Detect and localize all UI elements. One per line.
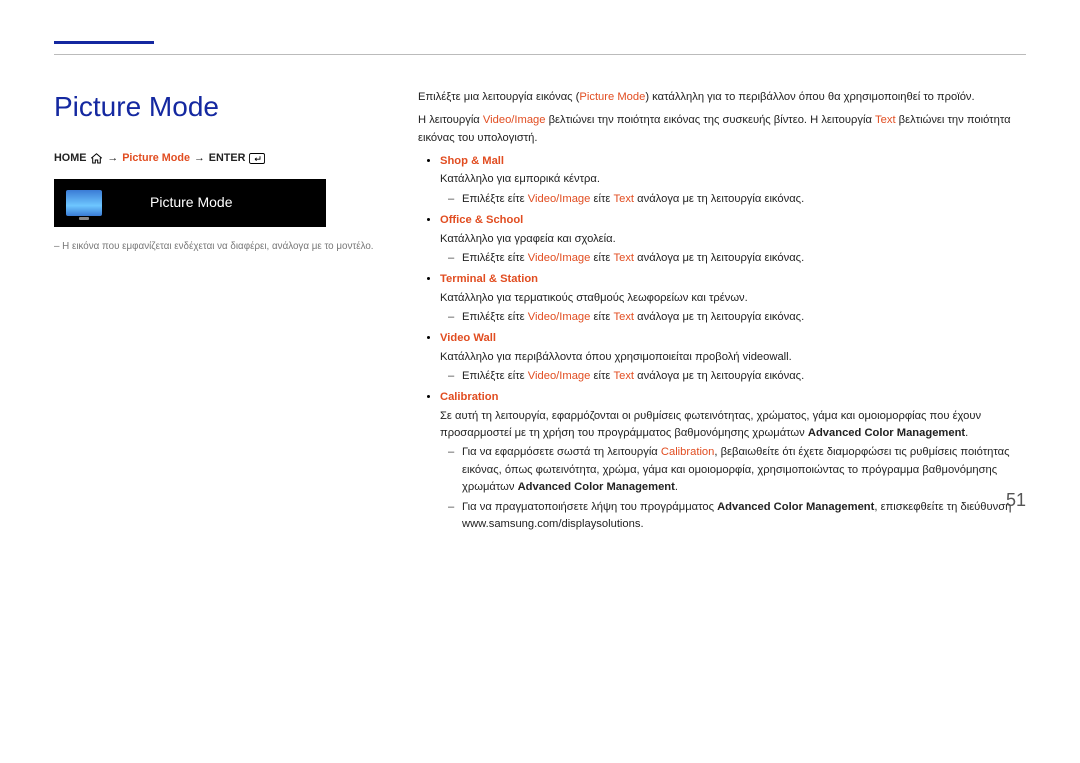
- mode-sublist: Επιλέξτε είτε Video/Image είτε Text ανάλ…: [440, 368, 1026, 385]
- mode-desc: Κατάλληλο για τερματικούς σταθμούς λεωφο…: [440, 290, 1026, 307]
- mode-desc: Σε αυτή τη λειτουργία, εφαρμόζονται οι ρ…: [440, 408, 1026, 443]
- right-column: Επιλέξτε μια λειτουργία εικόνας (Picture…: [418, 89, 1026, 537]
- arrow-icon: →: [194, 150, 205, 167]
- page-title: Picture Mode: [54, 85, 384, 128]
- mode-desc: Κατάλληλο για εμπορικά κέντρα.: [440, 171, 1026, 188]
- mode-terminal: Terminal & Station Κατάλληλο για τερματι…: [418, 271, 1026, 326]
- crumb-home: HOME: [54, 150, 86, 167]
- columns: Picture Mode HOME → Picture Mode → ENTER…: [54, 89, 1026, 537]
- mode-videowall: Video Wall Κατάλληλο για περιβάλλοντα όπ…: [418, 330, 1026, 385]
- mode-name: Office & School: [440, 214, 523, 226]
- left-column: Picture Mode HOME → Picture Mode → ENTER…: [54, 89, 384, 537]
- mode-desc: Κατάλληλο για γραφεία και σχολεία.: [440, 231, 1026, 248]
- enter-icon: [249, 153, 265, 164]
- mode-sublist: Για να εφαρμόσετε σωστά τη λειτουργία Ca…: [440, 444, 1026, 533]
- mode-subitem: Για να πραγματοποιήσετε λήψη του προγράμ…: [440, 499, 1026, 534]
- mode-subitem: Για να εφαρμόσετε σωστά τη λειτουργία Ca…: [440, 444, 1026, 496]
- mode-subitem: Επιλέξτε είτε Video/Image είτε Text ανάλ…: [440, 250, 1026, 267]
- breadcrumb: HOME → Picture Mode → ENTER: [54, 150, 384, 167]
- mode-sublist: Επιλέξτε είτε Video/Image είτε Text ανάλ…: [440, 309, 1026, 326]
- mode-name: Video Wall: [440, 332, 496, 344]
- monitor-icon: [66, 190, 102, 216]
- home-icon: [90, 153, 103, 164]
- mode-sublist: Επιλέξτε είτε Video/Image είτε Text ανάλ…: [440, 250, 1026, 267]
- mode-subitem: Επιλέξτε είτε Video/Image είτε Text ανάλ…: [440, 368, 1026, 385]
- page-number: 51: [1006, 487, 1026, 515]
- arrow-icon: →: [107, 150, 118, 167]
- intro-paragraph-1: Επιλέξτε μια λειτουργία εικόνας (Picture…: [418, 89, 1026, 106]
- mode-shop: Shop & Mall Κατάλληλο για εμπορικά κέντρ…: [418, 153, 1026, 208]
- mode-subitem: Επιλέξτε είτε Video/Image είτε Text ανάλ…: [440, 309, 1026, 326]
- preview-panel: Picture Mode: [54, 179, 326, 227]
- modes-list: Shop & Mall Κατάλληλο για εμπορικά κέντρ…: [418, 153, 1026, 533]
- preview-label: Picture Mode: [150, 192, 232, 214]
- disclaimer-note: – Η εικόνα που εμφανίζεται ενδέχεται να …: [54, 239, 384, 254]
- mode-name: Terminal & Station: [440, 273, 538, 285]
- mode-name: Calibration: [440, 391, 498, 403]
- crumb-enter: ENTER: [209, 150, 246, 167]
- mode-name: Shop & Mall: [440, 155, 504, 167]
- mode-office: Office & School Κατάλληλο για γραφεία κα…: [418, 212, 1026, 267]
- intro-paragraph-2: Η λειτουργία Video/Image βελτιώνει την π…: [418, 112, 1026, 147]
- page: Picture Mode HOME → Picture Mode → ENTER…: [0, 0, 1080, 537]
- mode-desc: Κατάλληλο για περιβάλλοντα όπου χρησιμοπ…: [440, 349, 1026, 366]
- mode-calibration: Calibration Σε αυτή τη λειτουργία, εφαρμ…: [418, 389, 1026, 533]
- mode-subitem: Επιλέξτε είτε Video/Image είτε Text ανάλ…: [440, 191, 1026, 208]
- top-rule: [54, 54, 1026, 55]
- crumb-picture-mode: Picture Mode: [122, 150, 190, 167]
- mode-sublist: Επιλέξτε είτε Video/Image είτε Text ανάλ…: [440, 191, 1026, 208]
